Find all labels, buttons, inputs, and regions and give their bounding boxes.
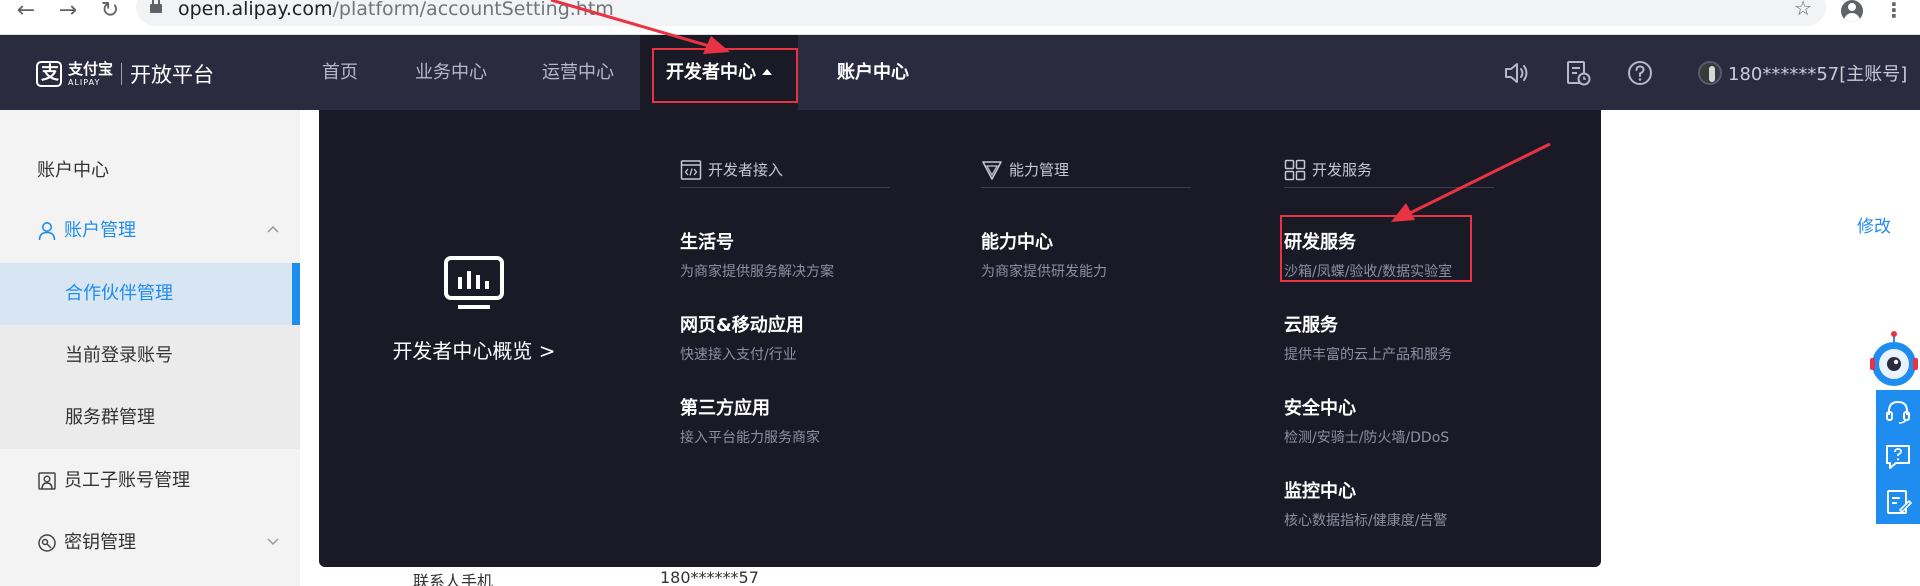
dashboard-monitor-icon [444,256,504,309]
menu-entry-security-center[interactable]: 安全中心 检测/安骑士/防火墙/DDoS [1284,394,1514,447]
question-chat-icon[interactable] [1876,435,1920,479]
platform-title: 开放平台 [130,63,215,87]
arrow-left-icon[interactable]: ← [12,0,40,24]
chevron-up-icon [267,225,279,233]
nav-home[interactable]: 首页 [322,35,358,110]
highlight-box-rd-services [1280,215,1472,282]
code-window-icon [680,159,702,180]
contact-phone-label: 联系人手机 [413,572,494,586]
nav-operation-center[interactable]: 运营中心 [542,35,614,110]
logo-divider [121,63,123,85]
menu-entry-capability-center[interactable]: 能力中心 为商家提供研发能力 [981,228,1211,281]
menu-entry-web-mobile-app[interactable]: 网页&移动应用 快速接入支付/行业 [680,311,910,364]
sidebar-item-current-login-account[interactable]: 当前登录账号 [0,325,300,387]
developer-center-dropdown: 开发者中心概览 > 开发者接入 生活号 为商家提供服务解决方案 网页&移动应用 … [319,110,1601,567]
sidebar-item-account-center[interactable]: 账户中心 [0,140,300,202]
top-nav: 支 支付宝 ALIPAY 开放平台 首页 业务中心 运营中心 开发者中心 账户中… [0,35,1920,110]
sidebar: 账户中心 账户管理 合作伙伴管理 当前登录账号 服务群管理 员工子账号管理 密钥… [0,110,300,586]
sidebar-group-account-management[interactable]: 账户管理 [0,200,300,262]
developer-overview-label: 开发者中心概览 > [392,339,556,363]
help-circle-icon[interactable] [1626,59,1654,87]
menu-entry-cloud-services[interactable]: 云服务 提供丰富的云上产品和服务 [1284,311,1514,364]
column-header: 开发者接入 [680,152,890,188]
developer-overview-link[interactable]: 开发者中心概览 > [319,255,629,364]
lock-icon [150,0,162,14]
active-indicator [292,263,300,325]
kebab-icon[interactable]: ⋮ [1884,0,1904,22]
document-clock-icon[interactable] [1564,59,1592,87]
sidebar-item-partner-management[interactable]: 合作伙伴管理 [0,263,300,325]
speaker-icon[interactable] [1502,59,1530,87]
column-capability-management: 能力管理 能力中心 为商家提供研发能力 [981,152,1191,280]
user-icon [38,222,56,241]
account-circle-icon[interactable] [1840,0,1864,22]
headset-icon[interactable] [1876,390,1920,434]
url-text[interactable]: open.alipay.com/platform/accountSetting.… [178,0,614,20]
user-menu[interactable]: 180******57[主账号] [1698,59,1907,87]
robot-icon[interactable] [1868,330,1920,390]
sidebar-item-key-management[interactable]: 密钥管理 [0,512,300,574]
alipay-logo[interactable]: 支 支付宝 ALIPAY 开放平台 [36,59,214,89]
user-account-name: 180******57[主账号] [1728,64,1908,85]
sidebar-item-service-group-management[interactable]: 服务群管理 [0,387,300,449]
staff-badge-icon [38,472,56,490]
key-circle-icon [38,534,56,552]
menu-entry-monitoring-center[interactable]: 监控中心 核心数据指标/健康度/告警 [1284,477,1514,530]
nav-account-center[interactable]: 账户中心 [837,35,909,110]
logo-cn: 支付宝 [68,59,114,78]
avatar [1698,61,1722,85]
contact-phone-value: 180******57 [660,568,759,586]
menu-entry-third-party-app[interactable]: 第三方应用 接入平台能力服务商家 [680,394,910,447]
sidebar-item-staff-subaccount[interactable]: 员工子账号管理 [0,450,300,512]
reload-icon[interactable]: ↻ [96,0,124,24]
highlight-box-nav [652,48,798,103]
column-header: 开发服务 [1284,152,1494,188]
logo-en: ALIPAY [68,77,101,87]
column-header: 能力管理 [981,152,1191,188]
page: ← → ↻ open.alipay.com/platform/accountSe… [0,0,1920,586]
address-bar[interactable]: open.alipay.com/platform/accountSetting.… [136,0,1826,26]
grid-icon [1284,159,1306,180]
nav-business-center[interactable]: 业务中心 [415,35,487,110]
column-developer-access: 开发者接入 生活号 为商家提供服务解决方案 网页&移动应用 快速接入支付/行业 … [680,152,890,446]
chevron-down-icon [267,538,279,546]
star-icon[interactable]: ☆ [1794,0,1812,20]
edit-note-icon[interactable] [1876,480,1920,524]
column-development-services: 开发服务 研发服务 沙箱/凤蝶/验收/数据实验室 云服务 提供丰富的云上产品和服… [1284,152,1494,529]
menu-entry-lifestyle-account[interactable]: 生活号 为商家提供服务解决方案 [680,228,910,281]
help-sidebar [1876,390,1920,524]
triangle-filter-icon [982,160,1002,180]
arrow-right-icon[interactable]: → [54,0,82,24]
edit-link[interactable]: 修改 [1857,212,1891,237]
alipay-mark-icon: 支 [36,61,62,87]
browser-toolbar: ← → ↻ open.alipay.com/platform/accountSe… [0,0,1920,35]
